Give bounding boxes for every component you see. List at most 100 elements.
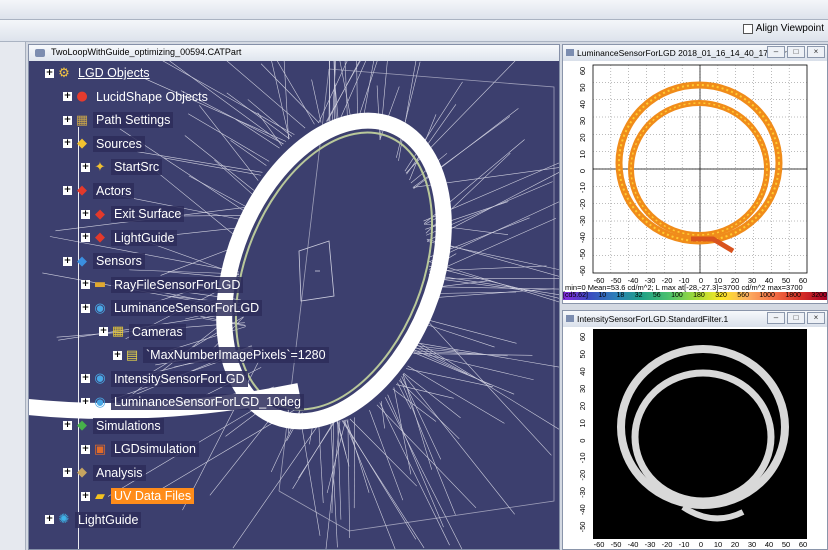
tree-node[interactable]: + ▦ Path Settings	[63, 110, 174, 130]
window-icon	[566, 315, 574, 322]
color-scale-label: 32	[634, 292, 643, 299]
close-button[interactable]: ×	[807, 46, 825, 58]
axis-tick-label: 50	[782, 540, 790, 549]
align-viewpoint-option[interactable]: Align Viewpoint	[742, 23, 824, 34]
axis-tick-label: -30	[578, 216, 587, 227]
window-icon	[566, 49, 574, 56]
ray-line	[318, 418, 324, 504]
expand-toggle[interactable]: +	[63, 256, 72, 266]
source-marker	[298, 240, 335, 302]
tree-node-label: Sources	[93, 135, 145, 152]
minimize-button[interactable]: –	[767, 312, 785, 324]
tree-node[interactable]: + ◆ Actors	[63, 181, 135, 201]
3d-viewport[interactable]: TwoLoopWithGuide_optimizing_00594.CATPar…	[28, 44, 560, 550]
intensity-window-title-bar: IntensitySensorForLGD.StandardFilter.1 –…	[563, 311, 827, 327]
tree-node[interactable]: + ▰ UV Data Files	[81, 486, 195, 506]
expand-toggle[interactable]: +	[81, 209, 90, 219]
tree-node[interactable]: + ◉ LuminanceSensorForLGD	[81, 298, 263, 318]
align-viewpoint-checkbox[interactable]	[742, 23, 753, 34]
tree-node[interactable]: + ◉ LuminanceSensorForLGD_10deg	[81, 392, 304, 412]
actor-icon: ◆	[95, 206, 105, 222]
luminance-stats: min=0 Mean=53.6 cd/m^2; L max at[-28,-27…	[565, 283, 803, 292]
color-scale-label: 320	[715, 292, 727, 299]
tree-node[interactable]: + ◆ Sensors	[63, 251, 145, 271]
tree-node[interactable]: + ◆ Simulations	[63, 416, 164, 436]
expand-toggle[interactable]: +	[45, 68, 54, 78]
expand-toggle[interactable]: +	[63, 139, 72, 148]
lgd-objects-icon: ⚙	[58, 65, 70, 81]
expand-toggle[interactable]: +	[81, 233, 90, 242]
axis-tick-label: 40	[578, 100, 587, 108]
axis-tick-label: 10	[578, 419, 587, 427]
color-scale-label: 180	[693, 292, 705, 299]
expand-toggle[interactable]: +	[45, 515, 54, 524]
tree-node[interactable]: + ▦ Cameras	[99, 322, 186, 342]
expand-toggle[interactable]: +	[81, 162, 90, 172]
expand-toggle[interactable]: +	[63, 92, 72, 101]
axis-tick-label: 60	[799, 540, 807, 549]
tree-node[interactable]: + ◆ Sources	[63, 134, 145, 154]
color-scale-label: 560	[737, 292, 749, 299]
tree-node[interactable]: + ▤ `MaxNumberImagePixels`=1280	[113, 345, 329, 365]
minimize-button[interactable]: –	[767, 46, 785, 58]
expand-toggle[interactable]: +	[63, 468, 72, 477]
luminance-sensor-window[interactable]: LuminanceSensorForLGD 2018_01_16_14_40_1…	[562, 44, 828, 304]
expand-toggle[interactable]: +	[113, 350, 122, 360]
tree-node[interactable]: + ◉ IntensitySensorForLGD	[81, 369, 248, 389]
expand-toggle[interactable]: +	[81, 491, 90, 501]
sensors-icon: ◆	[77, 253, 87, 269]
luminance-window-title: LuminanceSensorForLGD 2018_01_16_14_40_1…	[577, 48, 797, 58]
expand-toggle[interactable]: +	[63, 421, 72, 430]
tree-node[interactable]: + ▬ RayFileSensorForLGD	[81, 275, 244, 295]
luminance-plot[interactable]: 6050403020100-10-20-30-40-50-60 -60 -50 -4…	[563, 61, 827, 303]
tree-node[interactable]: + ◆ Analysis	[63, 463, 146, 483]
tree-node[interactable]: + ◆ Exit Surface	[81, 204, 185, 224]
ray-line	[247, 99, 293, 137]
tree-node[interactable]: + ▣ LGDsimulation	[81, 439, 199, 459]
color-scale-label: 1000	[759, 292, 775, 299]
ray-line	[330, 420, 338, 548]
expand-toggle[interactable]: +	[63, 186, 72, 195]
maximize-button[interactable]: □	[787, 46, 805, 58]
axis-tick-label: -20	[578, 470, 587, 481]
tree-node[interactable]: + ✺ LightGuide	[45, 510, 142, 530]
intensity-window-title: IntensitySensorForLGD.StandardFilter.1	[577, 314, 729, 324]
tree-node[interactable]: + ⚙ LGD Objects	[45, 63, 153, 83]
axis-tick-label: 20	[578, 402, 587, 410]
axis-tick-label: 0	[578, 169, 587, 173]
ray-line	[376, 85, 381, 140]
actors-icon: ◆	[77, 183, 87, 198]
tree-node[interactable]: + ✦ StartSrc	[81, 157, 163, 177]
color-scale-label: 18	[616, 292, 625, 299]
tree-node[interactable]: + ◆ LightGuide	[81, 228, 178, 248]
expand-toggle[interactable]: +	[63, 115, 72, 125]
tree-node[interactable]: + ● LucidShape Objects	[63, 87, 211, 107]
expand-toggle[interactable]: +	[81, 397, 90, 407]
ray-line	[407, 365, 505, 424]
simulations-icon: ◆	[77, 418, 87, 433]
ray-line	[423, 318, 517, 344]
ray-line	[184, 135, 255, 191]
expand-toggle[interactable]: +	[81, 444, 90, 454]
luminance-sensor-icon: ◉	[94, 300, 106, 316]
expand-toggle[interactable]: +	[81, 374, 90, 383]
intensity-plot[interactable]: 60 50 40 30 20 10 0 -10 -20 -30 -40 -50 -60 -50 -40 -3…	[563, 327, 827, 549]
axis-tick-label: -20	[578, 199, 587, 210]
expand-toggle[interactable]: +	[81, 280, 90, 289]
color-scale-labels: [cd5.62] 10 18 32 56 100 180 320 560 1000 1800 3200	[563, 292, 827, 302]
intensity-sensor-window[interactable]: IntensitySensorForLGD.StandardFilter.1 –…	[562, 310, 828, 550]
tree-node-label: StartSrc	[111, 159, 163, 175]
expand-toggle[interactable]: +	[99, 327, 108, 336]
axis-tick-label: 60	[578, 333, 587, 341]
axis-tick-label: 30	[578, 385, 587, 393]
parameter-icon: ▤	[125, 347, 139, 363]
color-scale-label: 1800	[785, 292, 801, 299]
maximize-button[interactable]: □	[787, 312, 805, 324]
close-button[interactable]: ×	[807, 312, 825, 324]
tree-node-label: LuminanceSensorForLGD_10deg	[111, 394, 304, 410]
viewport-title: TwoLoopWithGuide_optimizing_00594.CATPar…	[51, 47, 242, 57]
expand-toggle[interactable]: +	[81, 303, 90, 313]
axis-tick-label: 30	[578, 117, 587, 125]
lucidshape-icon: ●	[76, 89, 88, 104]
tree-node-label: LGD Objects	[78, 66, 150, 80]
